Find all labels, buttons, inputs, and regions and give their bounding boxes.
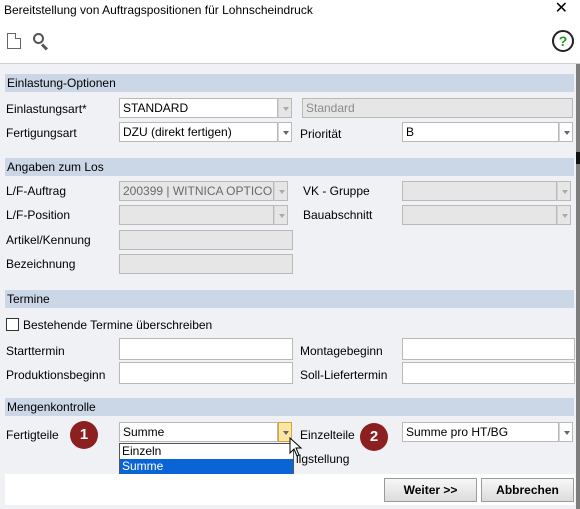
new-document-icon[interactable] [7, 33, 21, 49]
lf-auftrag-select: 200399 | WITNICA OPTICON [119, 181, 274, 201]
weiter-button[interactable]: Weiter >> [384, 478, 477, 502]
vk-gruppe-select [402, 181, 557, 201]
fertigteile-label: Fertigteile [6, 428, 59, 442]
lf-position-select [119, 205, 274, 225]
montagebeginn-input[interactable] [402, 338, 575, 360]
vk-gruppe-dropdown-button [557, 181, 571, 201]
fertigteile-dropdown-list: Einzeln Summe [119, 443, 294, 476]
einzelteile-label: Einzelteile [300, 428, 355, 442]
starttermin-label: Starttermin [6, 344, 65, 358]
fertigungsart-dropdown-button[interactable] [278, 122, 292, 142]
bezeichnung-label: Bezeichnung [6, 257, 76, 271]
callout-badge-1: 1 [70, 421, 98, 449]
starttermin-input[interactable] [119, 338, 293, 360]
mouse-cursor-icon [289, 437, 303, 457]
prioritaet-dropdown-button[interactable] [559, 122, 573, 142]
bezeichnung-field [119, 254, 293, 274]
lf-position-label: L/F-Position [6, 208, 71, 222]
bereitstellung-label-partial: llgstellung [296, 452, 350, 466]
einlastungsart-label: Einlastungsart* [6, 102, 87, 116]
produktionsbeginn-label: Produktionsbeginn [6, 368, 106, 382]
vk-gruppe-label: VK - Gruppe [303, 184, 370, 198]
fertigungsart-label: Fertigungsart [6, 126, 77, 140]
fertigteile-select[interactable]: Summe [119, 422, 278, 442]
dropdown-option-summe[interactable]: Summe [120, 459, 293, 474]
artikel-kennung-field [119, 230, 293, 250]
section-mengenkontrolle: Mengenkontrolle [5, 398, 574, 416]
einzelteile-select[interactable]: Summe pro HT/BG [402, 422, 559, 442]
einlastungsart-select[interactable]: STANDARD [119, 98, 278, 118]
fertigungsart-select[interactable]: DZU (direkt fertigen) [119, 122, 278, 142]
abbrechen-button[interactable]: Abbrechen [481, 478, 574, 502]
help-icon[interactable]: ? [552, 30, 574, 52]
prioritaet-label: Priorität [300, 127, 342, 141]
section-termine: Termine [5, 290, 574, 308]
lf-auftrag-dropdown-button [274, 181, 288, 201]
einzelteile-dropdown-button[interactable] [559, 422, 573, 442]
bauabschnitt-select [402, 205, 557, 225]
montagebeginn-label: Montagebeginn [300, 344, 383, 358]
lf-position-dropdown-button [274, 205, 288, 225]
background-window-strip [576, 64, 580, 509]
lf-auftrag-label: L/F-Auftrag [6, 184, 67, 198]
artikel-kennung-label: Artikel/Kennung [6, 233, 91, 247]
bauabschnitt-dropdown-button [557, 205, 571, 225]
search-icon[interactable] [33, 33, 49, 51]
bauabschnitt-label: Bauabschnitt [303, 208, 373, 222]
termine-ueberschreiben-label: Bestehende Termine überschreiben [23, 318, 213, 332]
section-einlastung-optionen: Einlastung-Optionen [5, 74, 574, 92]
title-bar: Bereitstellung von Auftragspositionen fü… [0, 0, 580, 20]
termine-ueberschreiben-checkbox[interactable] [6, 318, 19, 331]
callout-badge-2: 2 [360, 423, 388, 451]
window-title: Bereitstellung von Auftragspositionen fü… [4, 3, 313, 17]
produktionsbeginn-input[interactable] [119, 362, 293, 384]
dropdown-option-einzeln[interactable]: Einzeln [120, 444, 293, 459]
einlastungsart-dropdown-button[interactable] [278, 98, 292, 118]
button-bar: Weiter >> Abbrechen [5, 474, 575, 505]
prioritaet-select[interactable]: B [402, 122, 559, 142]
close-icon[interactable]: ✕ [555, 0, 568, 18]
soll-liefertermin-input[interactable] [402, 362, 575, 384]
background-window-mark [576, 152, 580, 164]
toolbar: ? [0, 20, 580, 64]
soll-liefertermin-label: Soll-Liefertermin [300, 368, 388, 382]
einlastungsart-description: Standard [302, 98, 573, 118]
section-angaben-zum-los: Angaben zum Los [5, 158, 574, 176]
